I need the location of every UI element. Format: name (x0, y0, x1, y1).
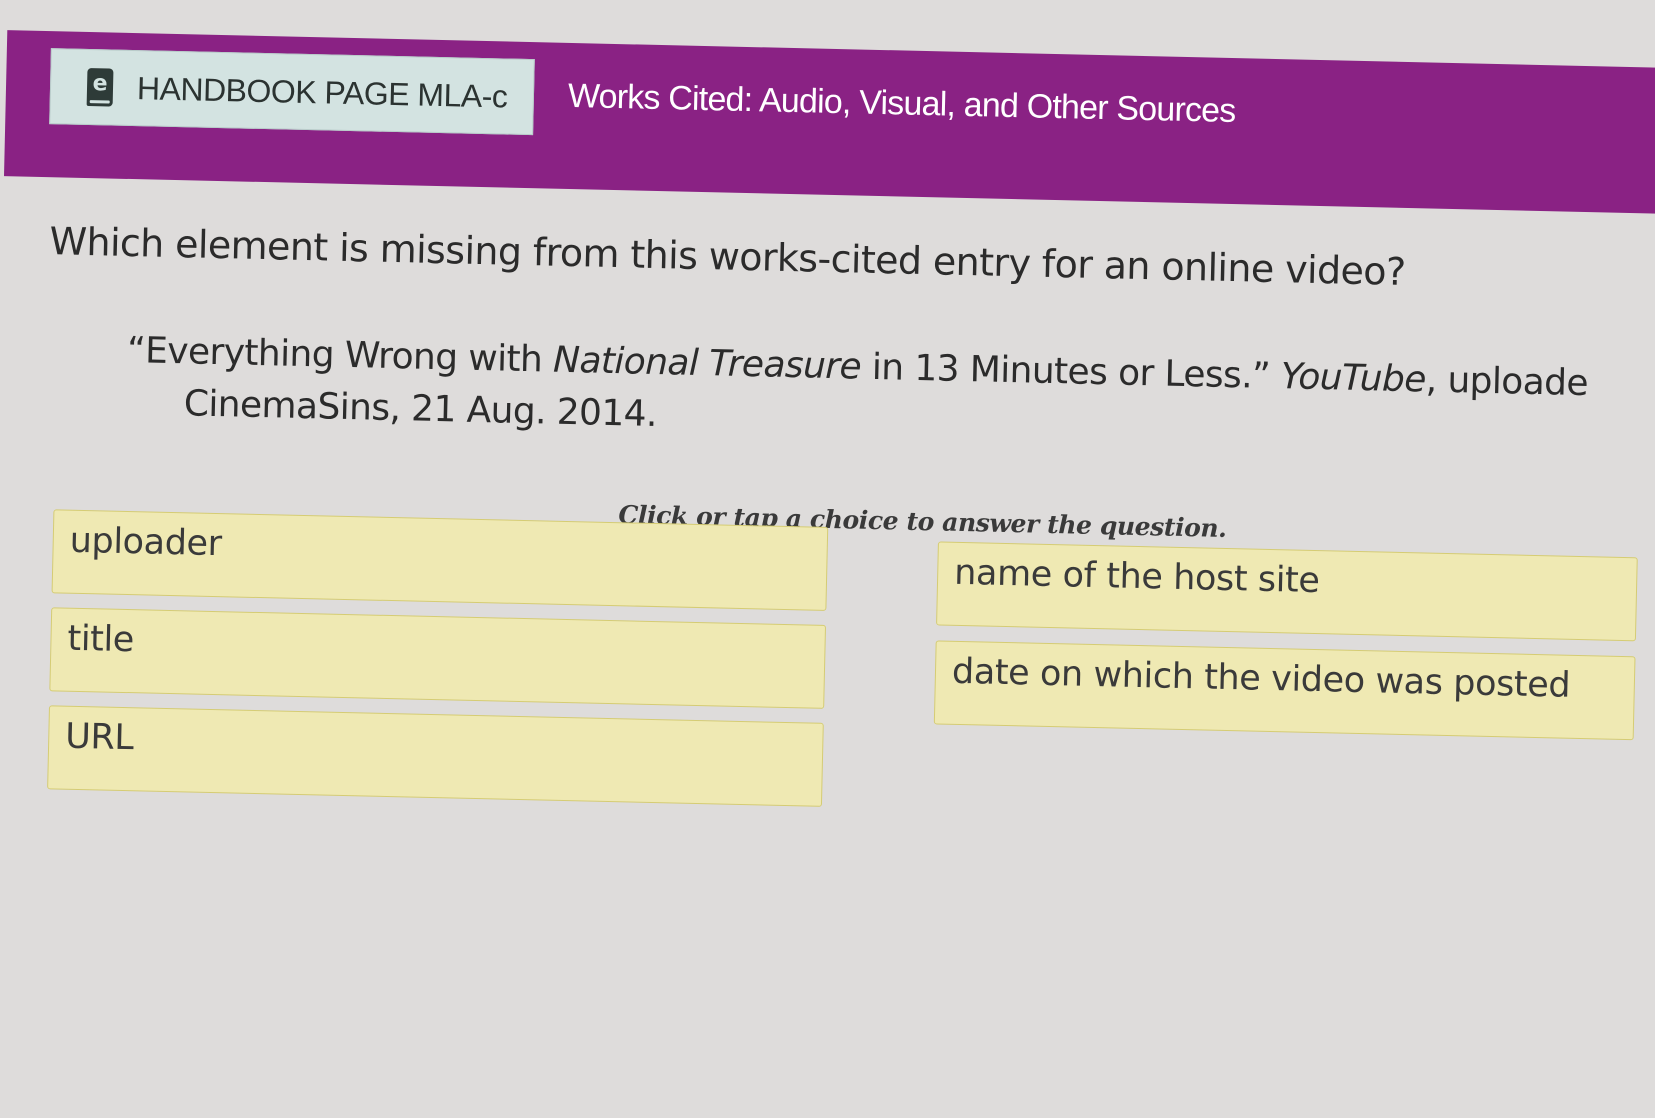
page: e HANDBOOK PAGE MLA-c Works Cited: Audio… (0, 0, 1655, 1117)
ebook-icon: e (86, 68, 114, 107)
question-prompt: Which element is missing from this works… (49, 219, 1407, 294)
choice-posted-date[interactable]: date on which the video was posted (933, 640, 1636, 741)
choice-uploader[interactable]: uploader (51, 509, 829, 611)
citation-entry: “Everything Wrong with National Treasure… (125, 325, 1655, 464)
citation-title-rest: in 13 Minutes or Less.” (860, 346, 1282, 398)
choice-host-site-name[interactable]: name of the host site (936, 541, 1638, 642)
choice-title[interactable]: title (49, 607, 827, 709)
handbook-page-label: HANDBOOK PAGE MLA-c (136, 69, 508, 115)
citation-after-site: , uploade (1425, 359, 1589, 405)
handbook-page-button[interactable]: e HANDBOOK PAGE MLA-c (49, 48, 535, 136)
citation-open-quote: “Everything Wrong with (126, 329, 554, 381)
choice-url[interactable]: URL (47, 705, 824, 807)
citation-film-title: National Treasure (552, 339, 862, 388)
citation-site-name: YouTube (1280, 356, 1427, 401)
